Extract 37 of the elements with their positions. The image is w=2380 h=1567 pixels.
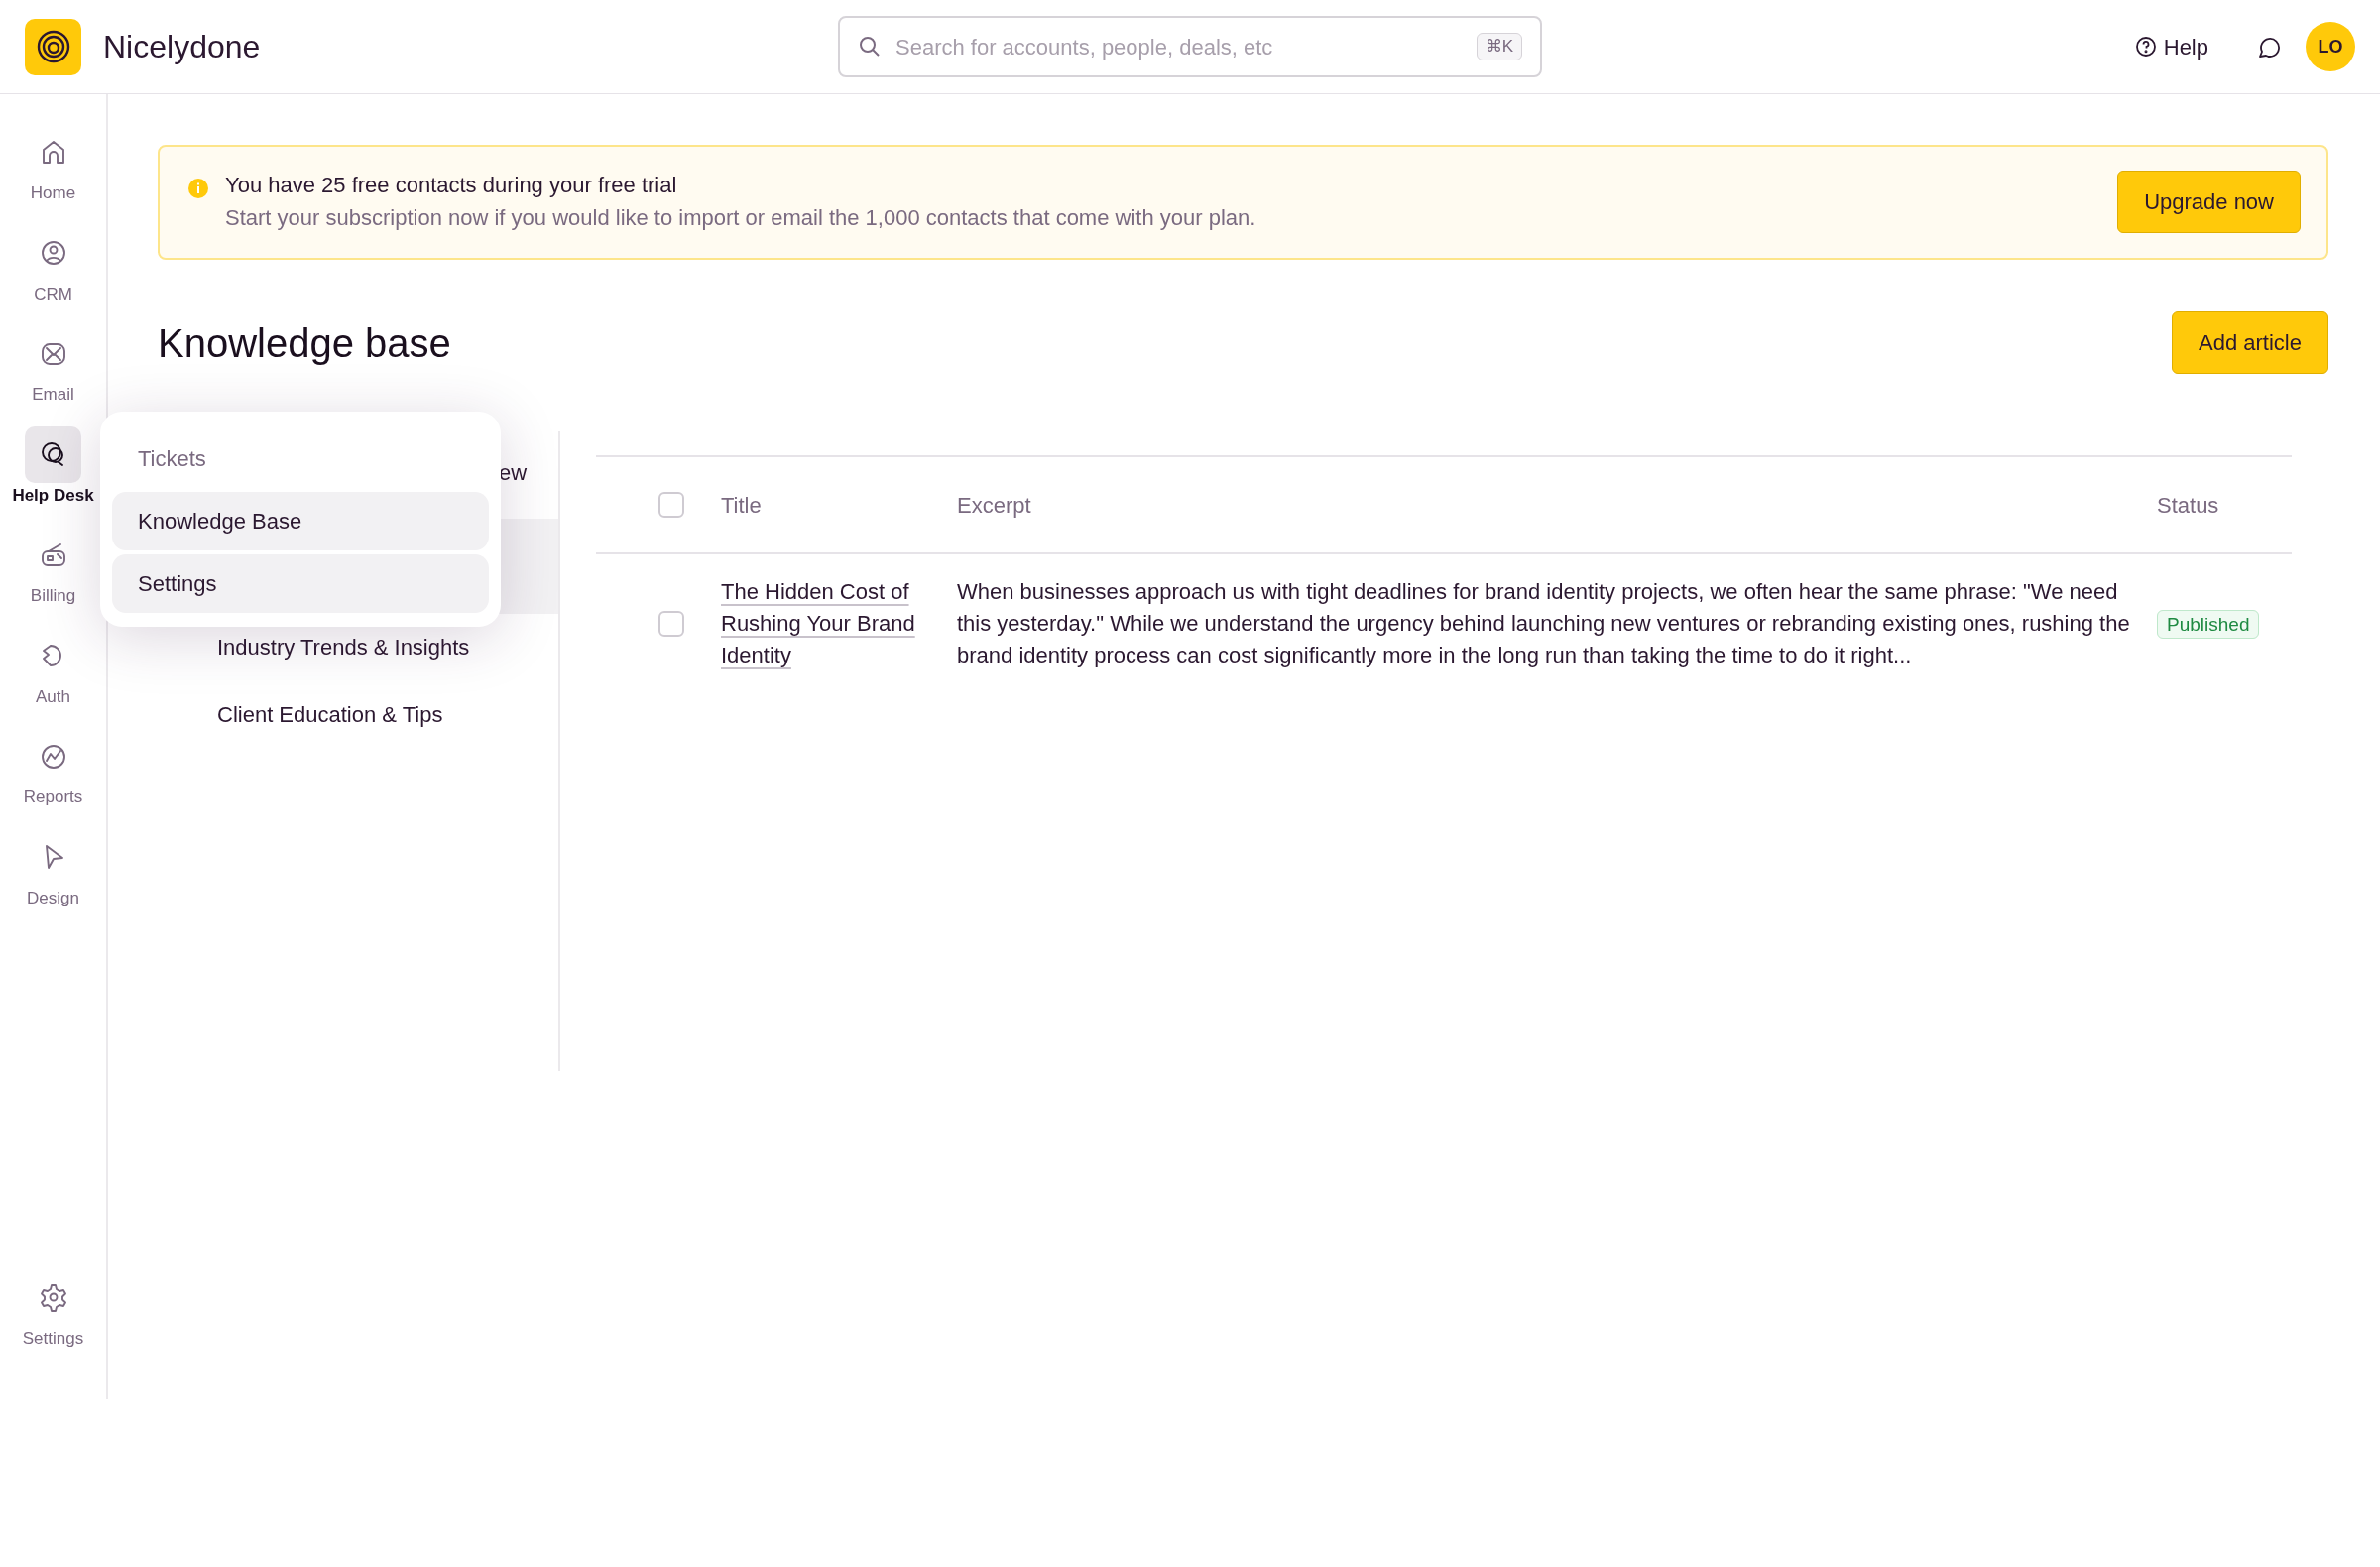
nav-item[interactable]: Reports bbox=[0, 728, 106, 810]
help-label: Help bbox=[2163, 33, 2208, 61]
menu-item[interactable]: Tickets bbox=[112, 429, 489, 488]
nav-item[interactable]: Help Desk bbox=[0, 425, 106, 508]
search-icon bbox=[858, 35, 882, 59]
menu-item[interactable]: Settings bbox=[112, 554, 489, 613]
gear-icon bbox=[38, 1282, 68, 1312]
article-title-link[interactable]: The Hidden Cost of Rushing Your Brand Identity bbox=[721, 576, 937, 671]
banner-title: You have 25 free contacts during your free trial bbox=[225, 172, 678, 199]
column-header: Status bbox=[2157, 492, 2219, 518]
shortcut-hint: ⌘K bbox=[1476, 33, 1522, 60]
page-title: Knowledge base bbox=[158, 319, 451, 367]
menu-item[interactable]: Knowledge Base bbox=[112, 492, 489, 550]
search-field[interactable]: Search for accounts, people, deals, etc ⌘K bbox=[838, 16, 1542, 77]
nav-item[interactable]: Auth bbox=[0, 627, 106, 709]
nav-item[interactable]: Email bbox=[0, 325, 106, 408]
nav-item[interactable]: Home bbox=[0, 124, 106, 206]
nav-item[interactable]: Settings bbox=[0, 1268, 106, 1351]
checkbox[interactable] bbox=[658, 492, 684, 518]
upgrade-button[interactable]: Upgrade now bbox=[2117, 170, 2301, 233]
excerpt-text: When businesses approach us with tight deadlines for brand identity projects, we often hear the same phrase: "We need this yesterday." While we understand the urgency behind launching new ventures or rebranding existing ones, rushing the brand identity process can cost significantly more in the long run than taking the time to do it right... bbox=[957, 579, 2130, 667]
category-item[interactable]: Client Education & Tips bbox=[107, 680, 558, 749]
logo-icon bbox=[25, 18, 81, 75]
status-tag: Published bbox=[2157, 609, 2260, 639]
app-name: Nicelydone bbox=[103, 28, 261, 66]
help-link[interactable]: Help bbox=[2133, 30, 2208, 63]
add-article-button[interactable]: Add article bbox=[2172, 311, 2328, 374]
checkbox[interactable] bbox=[658, 610, 684, 637]
column-header: Title bbox=[721, 492, 762, 518]
avatar[interactable]: LO bbox=[2306, 22, 2355, 71]
nav-item[interactable]: CRM bbox=[0, 224, 106, 306]
search-input[interactable]: Search for accounts, people, deals, etc bbox=[893, 29, 1465, 64]
nav-item[interactable]: Design bbox=[0, 828, 106, 910]
banner-text: Start your subscription now if you would like to import or email the 1,000 contacts that come with your plan. bbox=[225, 204, 1256, 232]
help-icon bbox=[2133, 35, 2158, 59]
column-header: Excerpt bbox=[957, 492, 1031, 518]
nav-item[interactable]: Billing bbox=[0, 527, 106, 609]
